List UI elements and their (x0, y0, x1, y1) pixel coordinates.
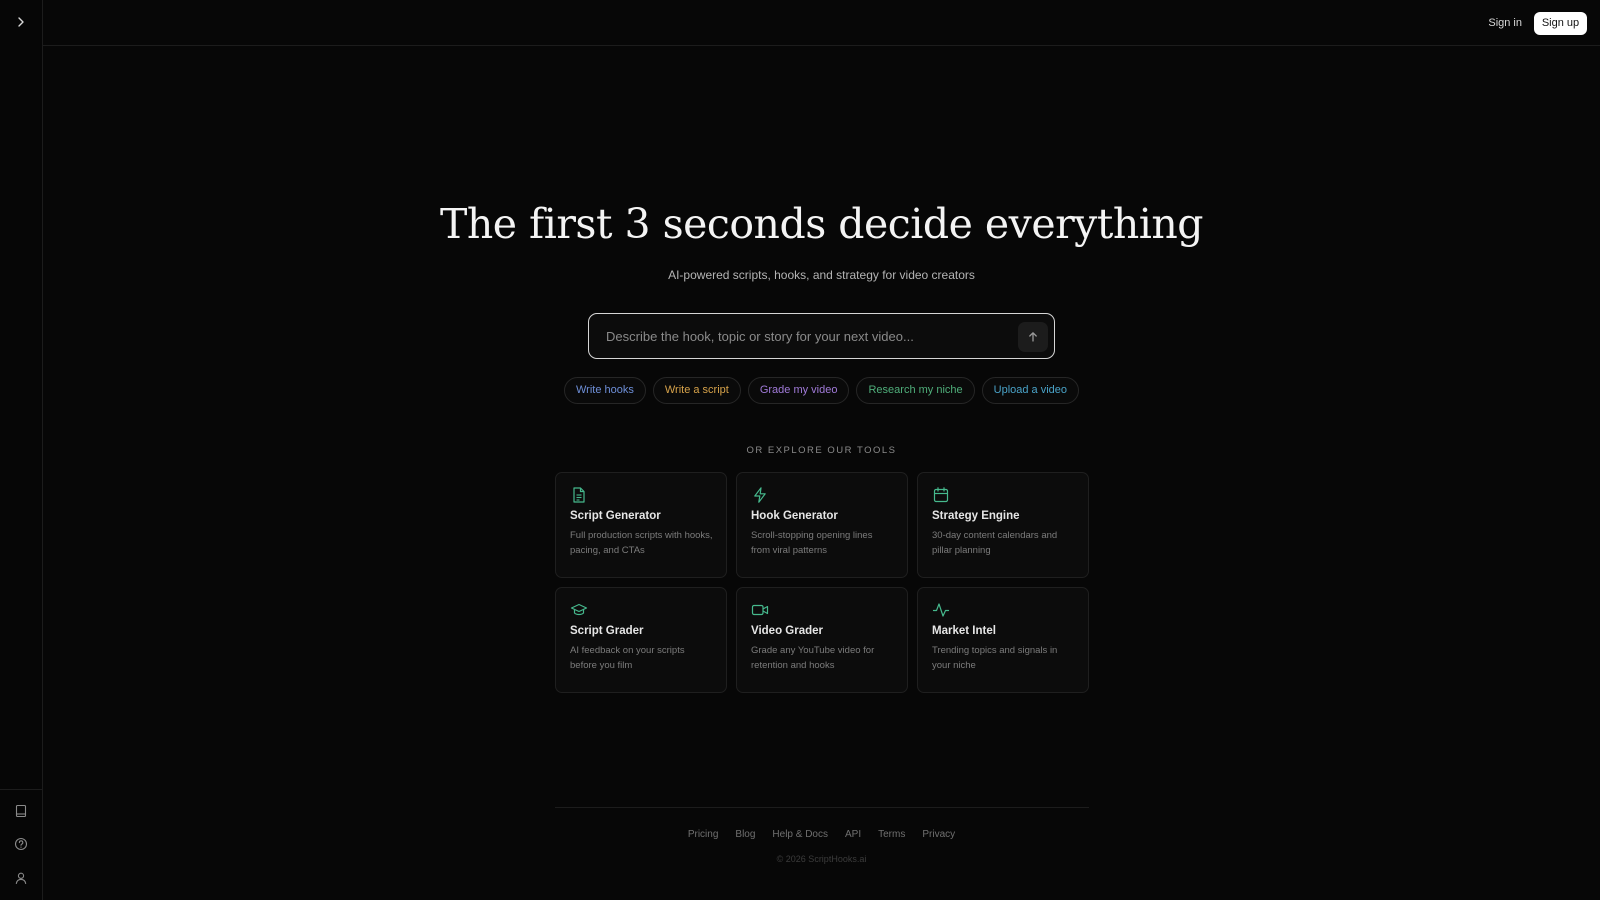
sign-up-button[interactable]: Sign up (1534, 12, 1587, 35)
footer-link-terms[interactable]: Terms (878, 829, 905, 840)
chevron-right-icon (15, 16, 27, 28)
calendar-icon (932, 486, 950, 504)
hero-subtitle: AI-powered scripts, hooks, and strategy … (668, 268, 975, 282)
send-button[interactable] (1018, 322, 1048, 352)
footer-link-blog[interactable]: Blog (735, 829, 755, 840)
sidebar (0, 0, 43, 900)
graduation-cap-icon (570, 601, 588, 619)
explore-label: OR EXPLORE OUR TOOLS (746, 445, 897, 456)
chip-research-my-niche[interactable]: Research my niche (856, 377, 975, 404)
tool-card-hook-generator[interactable]: Hook Generator Scroll-stopping opening l… (736, 472, 908, 578)
chip-write-a-script[interactable]: Write a script (652, 377, 741, 404)
hero-title: The first 3 seconds decide everything (439, 200, 1204, 248)
tool-title: Hook Generator (751, 510, 838, 522)
sign-in-link[interactable]: Sign in (1488, 12, 1522, 34)
footer-link-api[interactable]: API (845, 829, 861, 840)
docs-button[interactable] (11, 801, 31, 821)
video-camera-icon (751, 601, 769, 619)
app-root: Sign in Sign up The first 3 seconds deci… (0, 0, 1600, 900)
footer-link-privacy[interactable]: Privacy (922, 829, 955, 840)
quick-actions: Write hooks Write a script Grade my vide… (43, 377, 1600, 404)
tool-card-script-grader[interactable]: Script Grader AI feedback on your script… (555, 587, 727, 693)
tool-description: Grade any YouTube video for retention an… (751, 645, 875, 671)
tool-card-strategy-engine[interactable]: Strategy Engine 30-day content calendars… (917, 472, 1089, 578)
tool-title: Strategy Engine (932, 510, 1020, 522)
chip-grade-my-video[interactable]: Grade my video (747, 377, 850, 404)
arrow-up-icon (1027, 331, 1039, 343)
account-button[interactable] (11, 868, 31, 888)
footer-link-help-docs[interactable]: Help & Docs (772, 829, 828, 840)
prompt-box (588, 313, 1055, 359)
help-circle-icon (14, 837, 28, 851)
tool-title: Video Grader (751, 625, 824, 637)
tool-title: Market Intel (932, 625, 996, 637)
tool-card-script-generator[interactable]: Script Generator Full production scripts… (555, 472, 727, 578)
footer-links: Pricing Blog Help & Docs API Terms Priva… (43, 829, 1600, 840)
chip-upload-a-video[interactable]: Upload a video (981, 377, 1080, 404)
tool-card-market-intel[interactable]: Market Intel Trending topics and signals… (917, 587, 1089, 693)
activity-icon (932, 601, 950, 619)
tools-grid: Script Generator Full production scripts… (555, 472, 1089, 693)
sidebar-expand-button[interactable] (11, 12, 31, 32)
tool-title: Script Grader (570, 625, 644, 637)
book-icon (14, 804, 28, 818)
tool-title: Script Generator (570, 510, 661, 522)
copyright: © 2026 ScriptHooks.ai (776, 854, 867, 864)
help-button[interactable] (11, 834, 31, 854)
top-bar: Sign in Sign up (43, 0, 1600, 46)
tool-description: Scroll-stopping opening lines from viral… (751, 530, 873, 556)
tool-description: AI feedback on your scripts before you f… (570, 645, 685, 671)
sidebar-bottom (0, 789, 42, 900)
tool-description: Full production scripts with hooks, paci… (570, 530, 713, 556)
document-icon (570, 486, 588, 504)
prompt-input[interactable] (606, 314, 1006, 358)
lightning-icon (751, 486, 769, 504)
footer-divider (555, 807, 1089, 808)
user-icon (14, 871, 28, 885)
footer-link-pricing[interactable]: Pricing (688, 829, 719, 840)
chip-write-hooks[interactable]: Write hooks (563, 377, 646, 404)
tool-description: 30-day content calendars and pillar plan… (932, 530, 1058, 556)
tool-description: Trending topics and signals in your nich… (932, 645, 1058, 671)
tool-card-video-grader[interactable]: Video Grader Grade any YouTube video for… (736, 587, 908, 693)
